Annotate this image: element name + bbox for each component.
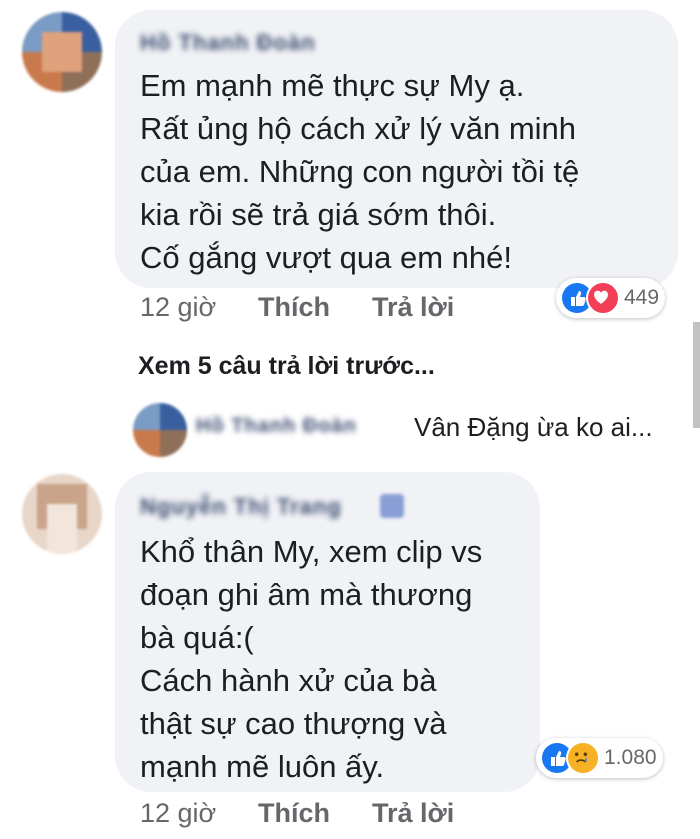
comment-line: Rất ủng hộ cách xử lý văn minh <box>140 111 577 146</box>
sad-icon <box>566 741 600 775</box>
comment-line: Em mạnh mẽ thực sự My ạ. <box>140 68 525 103</box>
avatar[interactable] <box>133 403 187 457</box>
comment-time[interactable]: 12 giờ <box>140 798 216 829</box>
reaction-count: 1.080 <box>604 746 657 769</box>
avatar[interactable] <box>22 474 102 554</box>
love-icon <box>586 281 620 315</box>
reply-button[interactable]: Trả lời <box>372 798 454 829</box>
comment-line: bà quá:( <box>140 620 254 655</box>
view-previous-replies-link[interactable]: Xem 5 câu trả lời trước... <box>138 352 435 381</box>
avatar[interactable] <box>22 12 102 92</box>
reaction-summary[interactable]: 449 <box>556 278 666 318</box>
comment-line: Khổ thân My, xem clip vs <box>140 534 483 569</box>
comment-line: đoạn ghi âm mà thương <box>140 577 473 612</box>
comment-line: kia rồi sẽ trả giá sớm thôi. <box>140 197 497 232</box>
reply-button[interactable]: Trả lời <box>372 292 454 323</box>
reaction-count: 449 <box>624 286 660 309</box>
scrollbar[interactable] <box>693 322 700 428</box>
comment-line: thật sự cao thượng và <box>140 706 447 741</box>
comment-time[interactable]: 12 giờ <box>140 292 216 323</box>
comment-author[interactable]: Hồ Thanh Đoàn <box>140 30 316 56</box>
like-button[interactable]: Thích <box>258 292 330 323</box>
comment-author[interactable]: Nguyễn Thị Trang <box>140 494 342 520</box>
reaction-summary[interactable]: 1.080 <box>536 738 663 778</box>
reply-preview-text[interactable]: Vân Đặng ừa ko ai... <box>414 412 653 443</box>
comment-line: của em. Những con người tồi tệ <box>140 154 580 189</box>
comment-line: Cố gắng vượt qua em nhé! <box>140 240 512 275</box>
verified-icon <box>380 494 404 518</box>
like-button[interactable]: Thích <box>258 798 330 829</box>
comment-line: mạnh mẽ luôn ấy. <box>140 749 385 784</box>
comment-line: Cách hành xử của bà <box>140 663 437 698</box>
reply-author[interactable]: Hồ Thanh Đoàn <box>196 415 357 438</box>
